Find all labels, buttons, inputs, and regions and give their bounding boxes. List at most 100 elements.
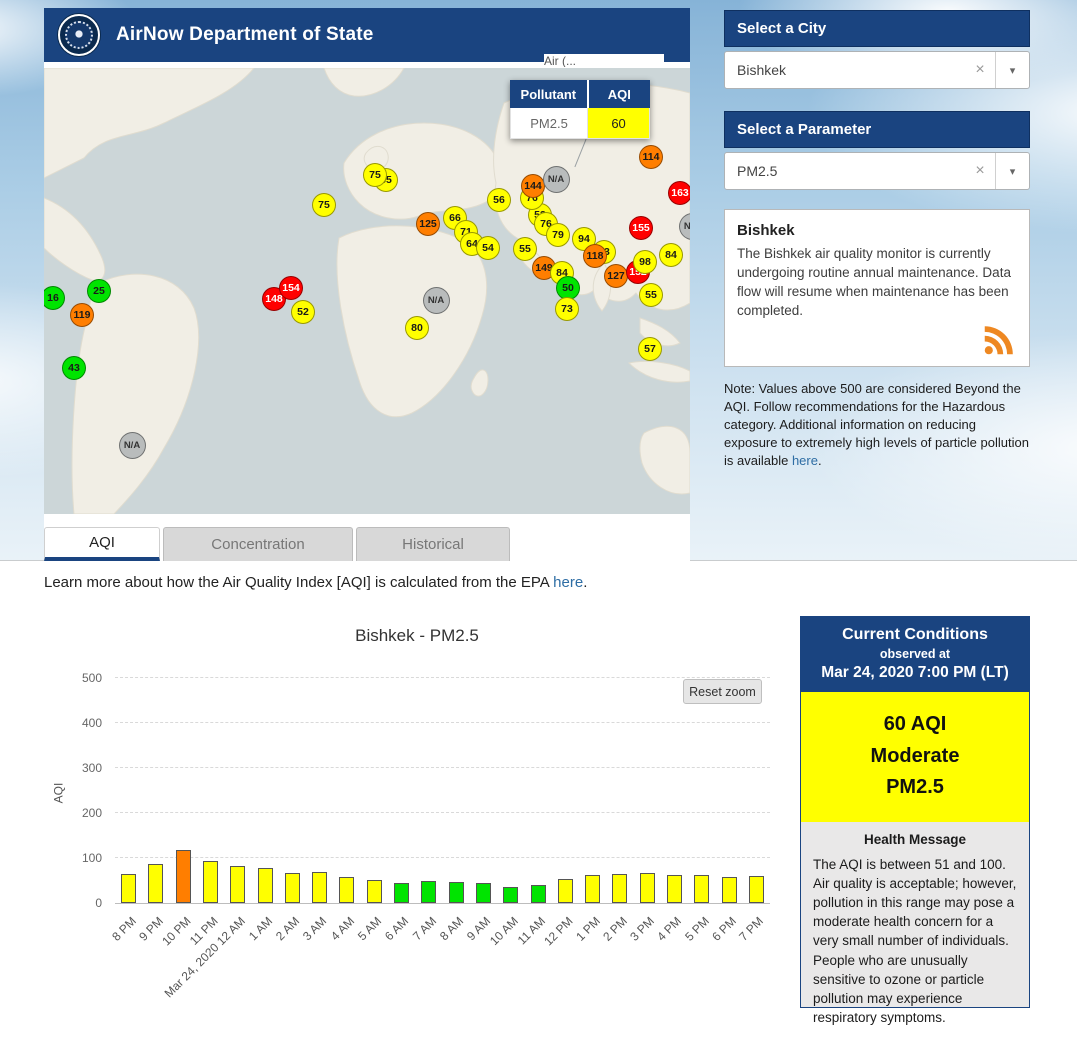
main-card: AirNow Department of State Air (... bbox=[44, 8, 690, 561]
aqi-map-marker[interactable]: 114 bbox=[639, 145, 663, 169]
aqi-map-marker[interactable]: 25 bbox=[87, 279, 111, 303]
aqi-map-marker[interactable]: N/A bbox=[679, 213, 691, 240]
app-title: AirNow Department of State bbox=[116, 24, 374, 46]
gridline bbox=[115, 857, 770, 858]
aqi-map-marker[interactable]: 73 bbox=[555, 297, 579, 321]
aqi-bar[interactable] bbox=[694, 875, 709, 903]
aqi-map-marker[interactable]: 144 bbox=[521, 174, 545, 198]
parameter-chevron-down-icon[interactable]: ▾ bbox=[995, 153, 1029, 189]
aqi-map-marker[interactable]: 52 bbox=[291, 300, 315, 324]
x-tick-label: 5 AM bbox=[355, 914, 384, 943]
tooltip-header-row: Pollutant AQI bbox=[510, 80, 650, 108]
tab-aqi[interactable]: AQI bbox=[44, 527, 160, 561]
x-tick-label: 11 AM bbox=[515, 914, 548, 947]
aqi-bar[interactable] bbox=[421, 881, 436, 903]
current-conditions-header: Current Conditions observed at Mar 24, 2… bbox=[801, 617, 1029, 692]
aqi-bar[interactable] bbox=[612, 874, 627, 903]
aqi-bar[interactable] bbox=[176, 850, 191, 903]
x-tick-label: 10 PM bbox=[159, 914, 193, 948]
aqi-map-marker[interactable]: 127 bbox=[604, 264, 628, 288]
x-tick-label: 8 AM bbox=[437, 914, 466, 943]
aqi-map-marker[interactable]: 79 bbox=[546, 223, 570, 247]
rss-icon[interactable] bbox=[981, 322, 1017, 358]
aqi-bar[interactable] bbox=[203, 861, 218, 903]
aqi-summary-block: 60 AQI Moderate PM2.5 bbox=[801, 692, 1029, 822]
aqi-map-marker[interactable]: 54 bbox=[476, 236, 500, 260]
aqi-bar[interactable] bbox=[339, 877, 354, 903]
aqi-bar[interactable] bbox=[667, 875, 682, 903]
aqi-map-marker[interactable]: N/A bbox=[119, 432, 146, 459]
y-tick-label: 200 bbox=[82, 806, 102, 820]
current-conditions-panel: Current Conditions observed at Mar 24, 2… bbox=[800, 616, 1030, 1008]
aqi-bar[interactable] bbox=[148, 864, 163, 903]
aqi-map-marker[interactable]: 163 bbox=[668, 181, 690, 205]
aqi-map-marker[interactable]: 55 bbox=[513, 237, 537, 261]
aqi-map-marker[interactable]: 119 bbox=[70, 303, 94, 327]
aqi-bar[interactable] bbox=[230, 866, 245, 903]
aqi-bar[interactable] bbox=[394, 883, 409, 903]
gridline bbox=[115, 812, 770, 813]
epa-here-link[interactable]: here bbox=[553, 574, 583, 591]
aqi-map-marker[interactable]: 80 bbox=[405, 316, 429, 340]
tab-historical[interactable]: Historical bbox=[356, 527, 510, 561]
x-tick-label: 12 PM bbox=[541, 914, 575, 948]
aqi-chart: Bishkek - PM2.5 Reset zoom AQI 010020030… bbox=[44, 618, 790, 1008]
x-tick-label: 6 PM bbox=[709, 914, 739, 944]
x-tick-label: 8 PM bbox=[109, 914, 139, 944]
aqi-bar[interactable] bbox=[722, 877, 737, 903]
note-here-link[interactable]: here bbox=[792, 453, 818, 468]
aqi-bar[interactable] bbox=[558, 879, 573, 903]
station-info-box: Bishkek The Bishkek air quality monitor … bbox=[724, 209, 1030, 367]
x-tick-label: 1 PM bbox=[573, 914, 603, 944]
aqi-map-marker[interactable]: 55 bbox=[639, 283, 663, 307]
aqi-map-marker[interactable]: 56 bbox=[487, 188, 511, 212]
city-chevron-down-icon[interactable]: ▾ bbox=[995, 52, 1029, 88]
aqi-map-marker[interactable]: 98 bbox=[633, 250, 657, 274]
aqi-map-marker[interactable]: 125 bbox=[416, 212, 440, 236]
aqi-map-marker[interactable]: N/A bbox=[423, 287, 450, 314]
aqi-bar[interactable] bbox=[503, 887, 518, 903]
aqi-bar[interactable] bbox=[749, 876, 764, 903]
aqi-map-marker[interactable]: 16 bbox=[44, 286, 65, 310]
aqi-map-marker[interactable]: 75 bbox=[312, 193, 336, 217]
aqi-bar[interactable] bbox=[640, 873, 655, 903]
aqi-bar[interactable] bbox=[285, 873, 300, 903]
aqi-bar[interactable] bbox=[121, 874, 136, 903]
beyond-aqi-note: Note: Values above 500 are considered Be… bbox=[724, 380, 1030, 470]
city-select[interactable]: Bishkek × ▾ bbox=[724, 51, 1030, 89]
select-parameter-header: Select a Parameter bbox=[724, 111, 1030, 148]
aqi-bar[interactable] bbox=[449, 882, 464, 903]
health-message-title: Health Message bbox=[813, 832, 1017, 847]
parameter-clear-icon[interactable]: × bbox=[965, 162, 995, 180]
parameter-select[interactable]: PM2.5 × ▾ bbox=[724, 152, 1030, 190]
aqi-map-marker[interactable]: 43 bbox=[62, 356, 86, 380]
aqi-bar[interactable] bbox=[258, 868, 273, 903]
aqi-map-marker[interactable]: 84 bbox=[659, 243, 683, 267]
aqi-bar[interactable] bbox=[476, 883, 491, 903]
gridline bbox=[115, 677, 770, 678]
aqi-map-marker[interactable]: 154 bbox=[279, 276, 303, 300]
aqi-map-marker[interactable]: 57 bbox=[638, 337, 662, 361]
chart-plot[interactable] bbox=[115, 679, 770, 904]
observed-at-datetime: Mar 24, 2020 7:00 PM (LT) bbox=[807, 664, 1023, 682]
view-tabs: AQI Concentration Historical bbox=[44, 527, 510, 561]
aqi-map-marker[interactable]: 118 bbox=[583, 244, 607, 268]
aqi-map-marker[interactable]: 75 bbox=[363, 163, 387, 187]
aqi-map-marker[interactable]: 155 bbox=[629, 216, 653, 240]
health-message-block: Health Message The AQI is between 51 and… bbox=[801, 822, 1029, 1037]
aqi-bar[interactable] bbox=[367, 880, 382, 903]
aqi-bar[interactable] bbox=[312, 872, 327, 903]
x-tick-label: 6 AM bbox=[382, 914, 411, 943]
aqi-bar[interactable] bbox=[585, 875, 600, 903]
x-tick-label: 2 PM bbox=[600, 914, 630, 944]
tab-concentration[interactable]: Concentration bbox=[163, 527, 353, 561]
y-tick-label: 400 bbox=[82, 716, 102, 730]
x-axis-labels: 8 PM9 PM10 PM11 PMMar 24, 2020 12 AM1 AM… bbox=[115, 910, 770, 1005]
city-select-value: Bishkek bbox=[725, 62, 965, 78]
aqi-bar[interactable] bbox=[531, 885, 546, 903]
city-clear-icon[interactable]: × bbox=[965, 61, 995, 79]
aqi-map-marker[interactable]: N/A bbox=[543, 166, 570, 193]
world-map[interactable]: 162511943N/A148154527555751256671645456N… bbox=[44, 68, 690, 514]
aqi-value: 60 AQI bbox=[809, 709, 1021, 741]
note-suffix: . bbox=[818, 453, 822, 468]
